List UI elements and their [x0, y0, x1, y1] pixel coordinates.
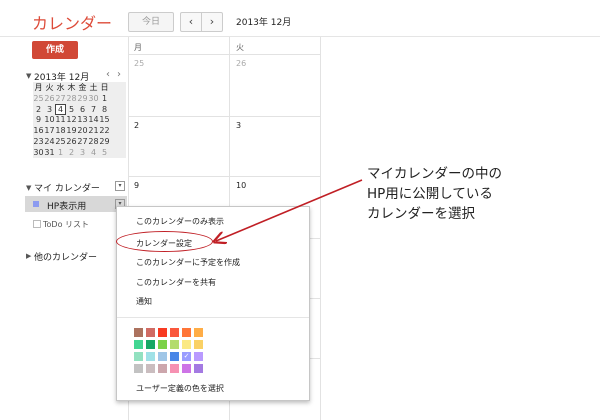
- annotation-arrow: [0, 179, 363, 420]
- annotation-line-3: カレンダーを選択: [367, 206, 475, 222]
- annotation-line-2: HP用に公開している: [367, 186, 493, 202]
- annotation-line-1: マイカレンダーの中の: [367, 166, 502, 182]
